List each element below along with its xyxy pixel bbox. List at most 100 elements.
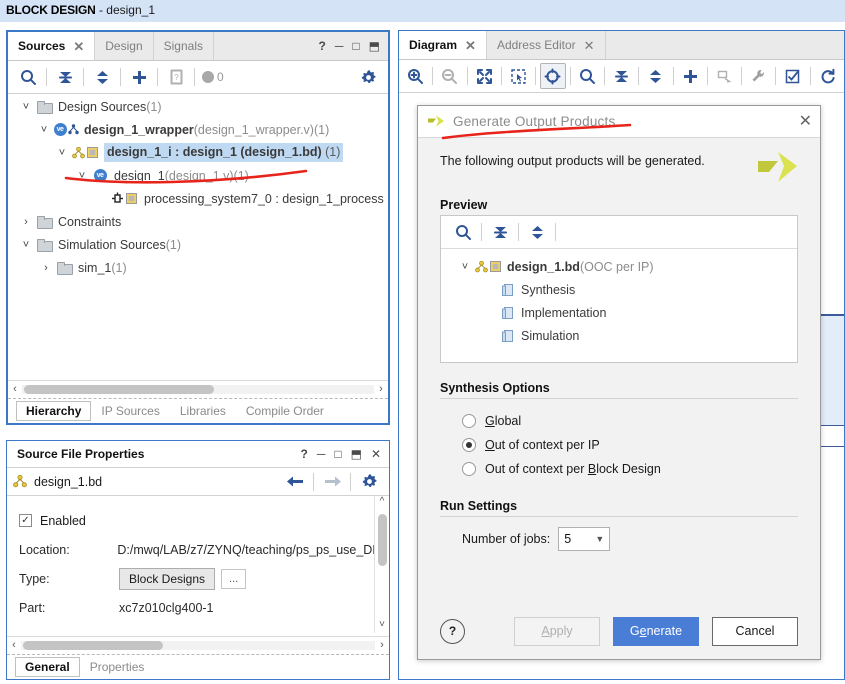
minimize-icon[interactable]: ─ (335, 39, 344, 53)
radio-global[interactable]: Global (440, 409, 798, 433)
preview-row-implementation[interactable]: Implementation (449, 301, 797, 324)
search-icon[interactable] (449, 219, 477, 245)
folder-icon (34, 215, 54, 229)
tree-row-design-1[interactable]: ˅ ve design_1 (design_1.v) (1) (8, 164, 388, 187)
tab-signals[interactable]: Signals (153, 32, 214, 60)
hscroll-track[interactable] (22, 384, 374, 394)
radio-button[interactable] (462, 462, 476, 476)
expand-all-icon[interactable] (643, 63, 668, 89)
expand-all-icon[interactable] (88, 64, 116, 90)
scroll-right-arrow-icon[interactable]: › (374, 383, 388, 395)
tree-label: Simulation Sources (58, 237, 166, 252)
scroll-right-arrow-icon[interactable]: › (375, 639, 389, 651)
zoom-area-icon[interactable] (506, 63, 531, 89)
collapse-all-icon[interactable] (486, 219, 514, 245)
search-icon[interactable] (575, 63, 600, 89)
chevron-down-icon[interactable]: ˅ (457, 261, 473, 273)
add-ip-icon[interactable] (677, 63, 702, 89)
hscroll-thumb[interactable] (23, 640, 163, 650)
float-icon[interactable]: ⬒ (351, 447, 362, 461)
scroll-up-arrow-icon[interactable]: ^ (375, 496, 389, 510)
chevron-down-icon[interactable]: ˅ (54, 147, 70, 159)
close-icon[interactable]: ✕ (799, 113, 812, 130)
radio-ooc-per-block-design[interactable]: Out of context per Block Design (440, 457, 798, 481)
add-sources-icon[interactable] (125, 64, 153, 90)
chevron-right-icon[interactable]: › (18, 216, 34, 228)
tab-design[interactable]: Design (95, 32, 154, 60)
close-icon[interactable]: ✕ (584, 39, 595, 52)
radio-button[interactable] (462, 438, 476, 452)
enabled-row[interactable]: ✓ Enabled (19, 506, 377, 535)
bottom-tab-general[interactable]: General (15, 657, 80, 677)
bottom-tab-properties[interactable]: Properties (80, 658, 155, 676)
close-icon[interactable]: ✕ (465, 39, 476, 52)
enabled-label: Enabled (40, 513, 86, 528)
settings-gear-icon[interactable] (355, 469, 383, 495)
vscroll-thumb[interactable] (378, 514, 387, 566)
properties-hscrollbar[interactable]: ‹ › (7, 636, 389, 653)
enabled-checkbox[interactable]: ✓ (19, 514, 32, 527)
chevron-down-icon[interactable]: ˅ (18, 101, 34, 113)
validate-design-icon[interactable] (780, 63, 805, 89)
help-button[interactable]: ? (440, 618, 465, 644)
properties-vscrollbar[interactable]: ^ ˅ (374, 496, 389, 633)
preview-row-design-1-bd[interactable]: ˅ design_1.bd (OOC per IP) (449, 255, 797, 278)
chevron-right-icon[interactable]: › (38, 262, 54, 274)
regenerate-layout-icon[interactable] (815, 63, 840, 89)
sources-hscrollbar[interactable]: ‹ › (8, 380, 388, 397)
tab-sources[interactable]: Sources ✕ (8, 32, 96, 60)
tab-diagram[interactable]: Diagram ✕ (399, 31, 487, 59)
chevron-down-icon[interactable]: ˅ (18, 239, 34, 251)
radio-button[interactable] (462, 414, 476, 428)
tree-row-design-1-i[interactable]: ˅ design_1_i : design_1 (design_1.bd) (1… (8, 141, 388, 164)
float-icon[interactable]: ⬒ (369, 39, 380, 53)
preview-row-simulation[interactable]: Simulation (449, 324, 797, 347)
bottom-tab-ip-sources[interactable]: IP Sources (91, 402, 169, 420)
collapse-all-icon[interactable] (51, 64, 79, 90)
preview-row-synthesis[interactable]: Synthesis (449, 278, 797, 301)
zoom-in-icon[interactable] (403, 63, 428, 89)
sources-tree[interactable]: ˅ Design Sources (1) ˅ ve design_1_wrapp… (8, 95, 388, 361)
cancel-button[interactable]: Cancel (712, 616, 798, 646)
chevron-down-icon[interactable]: ˅ (36, 124, 52, 136)
scroll-left-arrow-icon[interactable]: ‹ (8, 383, 22, 395)
tree-row-design-sources[interactable]: ˅ Design Sources (1) (8, 95, 388, 118)
maximize-icon[interactable]: □ (352, 39, 359, 53)
tab-address-editor[interactable]: Address Editor ✕ (486, 31, 606, 59)
back-arrow-icon[interactable] (281, 469, 309, 495)
tree-row-constraints[interactable]: › Constraints (8, 210, 388, 233)
collapse-all-icon[interactable] (609, 63, 634, 89)
type-value-button[interactable]: Block Designs (119, 567, 216, 590)
chevron-down-icon[interactable]: ▼ (595, 534, 604, 544)
help-icon[interactable]: ? (319, 39, 326, 53)
hscroll-track[interactable] (21, 640, 375, 650)
hscroll-thumb[interactable] (24, 384, 214, 394)
bottom-tab-hierarchy[interactable]: Hierarchy (16, 401, 92, 421)
tree-row-processing-system7-0[interactable]: processing_system7_0 : design_1_process (8, 187, 388, 210)
generate-button[interactable]: Ge nerate (613, 616, 699, 646)
close-icon[interactable]: ✕ (73, 40, 84, 53)
tree-row-simulation-sources[interactable]: ˅ Simulation Sources (1) (8, 233, 388, 256)
center-view-icon[interactable] (540, 63, 566, 89)
expand-all-icon[interactable] (523, 219, 551, 245)
type-more-button[interactable]: ... (221, 568, 247, 589)
minimize-icon[interactable]: ─ (317, 447, 326, 461)
scroll-down-arrow-icon[interactable]: ˅ (375, 619, 389, 633)
bottom-tab-compile-order[interactable]: Compile Order (236, 402, 334, 420)
maximize-icon[interactable]: □ (334, 447, 341, 461)
scroll-left-arrow-icon[interactable]: ‹ (7, 639, 21, 651)
help-icon[interactable]: ? (300, 447, 307, 461)
settings-gear-icon[interactable] (354, 64, 382, 90)
toolbar-separator (569, 67, 571, 85)
close-icon[interactable]: ✕ (371, 447, 381, 461)
search-icon[interactable] (14, 64, 42, 90)
number-of-jobs-select[interactable]: 5 ▼ (558, 527, 611, 551)
chevron-down-icon[interactable]: ˅ (74, 170, 90, 182)
radio-ooc-per-ip[interactable]: Out of context per IP (440, 433, 798, 457)
zoom-fit-icon[interactable] (472, 63, 497, 89)
preview-tree[interactable]: ˅ design_1.bd (OOC per IP) Synthesis Imp… (441, 249, 797, 357)
bottom-tab-libraries[interactable]: Libraries (170, 402, 236, 420)
tree-row-sim-1[interactable]: › sim_1 (1) (8, 256, 388, 279)
tabstrip-filler (213, 32, 315, 60)
tree-row-design-1-wrapper[interactable]: ˅ ve design_1_wrapper (design_1_wrapper.… (8, 118, 388, 141)
